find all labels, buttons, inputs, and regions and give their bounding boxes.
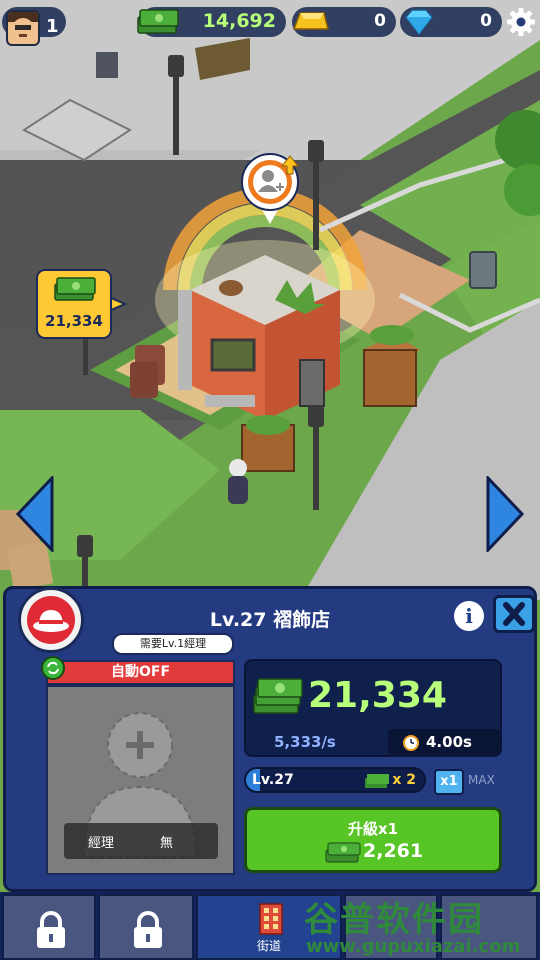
buy-max-button[interactable]: MAX	[468, 773, 495, 787]
diamond-icon	[405, 9, 433, 36]
building-cash-amount: 21,334	[45, 312, 103, 330]
diamond-pill[interactable]: 0	[400, 7, 502, 37]
arrow-right-icon	[486, 474, 525, 554]
cycle-time-box: 4.00s	[388, 729, 500, 755]
level-progress-bar: Lv.27 x 2	[244, 767, 426, 793]
manager-label: 經理	[88, 836, 115, 851]
stopwatch-icon	[403, 735, 419, 751]
manager-name-plate: 經理 無	[64, 823, 218, 859]
close-button[interactable]	[493, 595, 535, 633]
worker-character	[228, 459, 248, 504]
padlock-icon	[134, 911, 162, 948]
auto-toggle[interactable]: 自動OFF	[46, 660, 235, 685]
cycle-time: 4.00s	[426, 733, 472, 751]
cash-stack-icon	[137, 9, 179, 34]
gold-bar-icon	[292, 12, 329, 30]
profit-multiplier: x 2	[392, 772, 416, 788]
diamond-amount: 0	[480, 11, 492, 31]
info-button[interactable]: i	[454, 601, 484, 631]
auto-status-label: 自動OFF	[110, 664, 171, 680]
earnings-box: 21,334 5,333/s 4.00s	[244, 659, 502, 757]
locked-tab-2[interactable]	[98, 894, 194, 960]
upgrade-button[interactable]: 升級x1 2,261	[244, 807, 502, 873]
cash-stack-icon	[325, 842, 361, 863]
cash-amount: 14,692	[202, 10, 276, 32]
earnings-amount: 21,334	[308, 675, 447, 716]
building-icon	[259, 903, 283, 935]
person-plus-icon	[241, 153, 300, 224]
level-label: Lv.27	[252, 772, 294, 788]
watermark: 谷普软件园 www.gupuxiazai.com	[298, 892, 538, 960]
building-cash-bubble[interactable]: 21,334	[35, 268, 127, 340]
next-location-arrow[interactable]	[486, 474, 525, 554]
watermark-text: 谷普软件园	[304, 900, 484, 940]
cash-stack-icon	[253, 678, 303, 714]
upgrade-cost: 2,261	[363, 840, 424, 862]
refresh-icon	[41, 656, 65, 680]
manager-slot[interactable]: 經理 無	[46, 685, 235, 875]
top-hud: 1 14,692 0 0	[0, 0, 540, 46]
arrow-left-icon	[15, 474, 54, 554]
gold-pill[interactable]: 0	[292, 7, 396, 37]
bottom-nav: 街道 谷普软件园 www.gupuxiazai.com	[0, 892, 540, 960]
manager-requirement-bubble: 需要Lv.1經理	[112, 633, 234, 655]
close-icon	[503, 602, 525, 626]
gear-icon	[507, 8, 535, 36]
business-panel: Lv.27 褶飾店 i 需要Lv.1經理 自動OFF 經理 無 21,334 5…	[3, 586, 537, 892]
cash-pill[interactable]: 14,692	[137, 7, 286, 37]
locked-tab-1[interactable]	[2, 894, 96, 960]
upgrade-label: 升級x1	[347, 820, 399, 838]
player-face-icon	[8, 12, 38, 40]
settings-button[interactable]	[506, 7, 536, 37]
game-scene[interactable]: 21,334	[0, 0, 540, 600]
gold-amount: 0	[374, 11, 386, 31]
padlock-icon	[37, 911, 65, 948]
player-level: 1	[46, 16, 59, 37]
info-icon: i	[465, 604, 473, 628]
watermark-url: www.gupuxiazai.com	[306, 936, 521, 957]
prev-location-arrow[interactable]	[15, 474, 54, 554]
income-rate: 5,333/s	[274, 733, 336, 751]
cash-stack-icon	[365, 774, 389, 788]
player-level-pill[interactable]: 1	[2, 7, 66, 46]
cash-stack-icon	[54, 277, 96, 301]
manager-marker[interactable]	[240, 152, 300, 228]
manager-value: 無	[160, 836, 174, 851]
buy-amount-button[interactable]: x1	[434, 769, 464, 795]
player-avatar[interactable]	[6, 10, 40, 46]
